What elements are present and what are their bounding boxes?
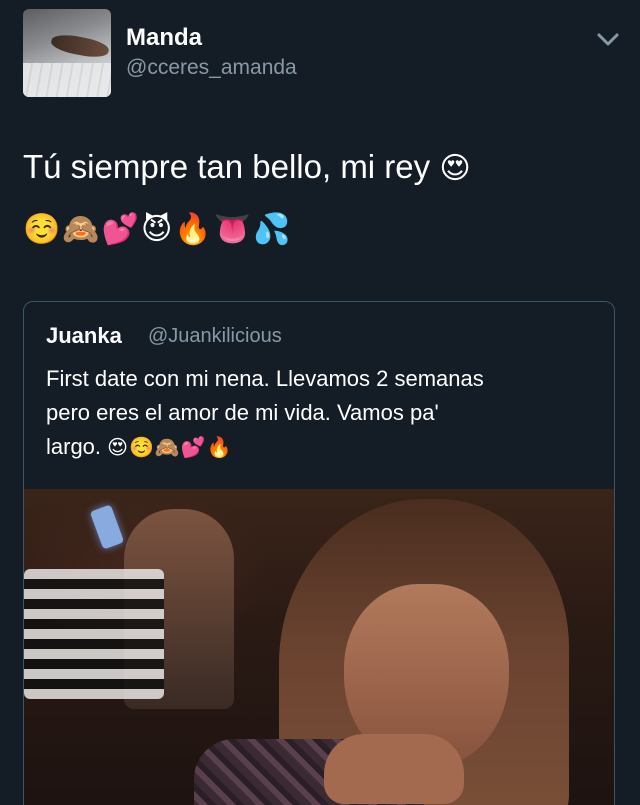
- quoted-tweet-card[interactable]: Juanka @Juankilicious First date con mi …: [23, 301, 615, 805]
- avatar[interactable]: [23, 9, 111, 97]
- tweet-emoji-line: ☺️🙈💕😈🔥👅💦: [23, 212, 293, 247]
- quoted-tweet-text: First date con mi nena. Llevamos 2 seman…: [46, 362, 602, 464]
- quoted-author-handle: @Juankilicious: [148, 325, 282, 347]
- photo-phone: [89, 504, 125, 550]
- avatar-floor: [23, 63, 111, 97]
- avatar-figure: [49, 31, 111, 61]
- quoted-author-display-name: Juanka: [46, 323, 122, 348]
- photo-striped-shirt: [24, 569, 164, 699]
- author-display-name[interactable]: Manda: [126, 24, 202, 52]
- tweet-text: Tú siempre tan bello, mi rey 😍: [23, 145, 471, 191]
- quoted-tweet-emojis: 😍☺️🙈💕🔥: [107, 435, 233, 459]
- author-handle[interactable]: @cceres_amanda: [126, 56, 297, 80]
- tweet-text-emoji: 😍: [439, 151, 471, 186]
- chevron-down-icon[interactable]: [594, 26, 622, 54]
- quoted-tweet-line-3-text: largo.: [46, 434, 102, 459]
- tweet-detail-page: Manda @cceres_amanda Tú siempre tan bell…: [0, 0, 640, 805]
- quoted-tweet-line-1: First date con mi nena. Llevamos 2 seman…: [46, 366, 484, 391]
- quoted-tweet-line-2: pero eres el amor de mi vida. Vamos pa': [46, 400, 439, 425]
- photo-hand: [324, 734, 464, 804]
- tweet-text-body: Tú siempre tan bello, mi rey: [23, 148, 431, 185]
- quoted-tweet-line-3: largo. 😍☺️🙈💕🔥: [46, 430, 602, 464]
- quoted-tweet-photo[interactable]: [24, 489, 614, 805]
